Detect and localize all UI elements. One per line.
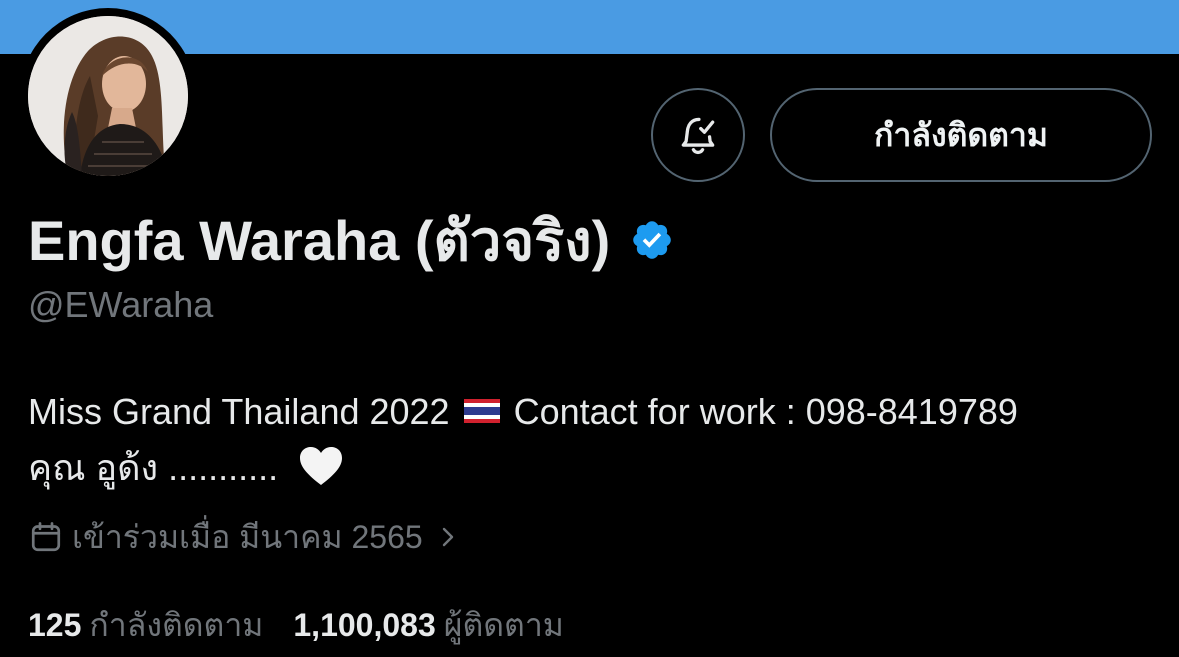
- avatar[interactable]: [28, 16, 188, 176]
- display-name: Engfa Waraha (ตัวจริง): [28, 208, 611, 272]
- following-stat[interactable]: 125 กำลังติดตาม: [28, 600, 263, 651]
- bell-check-icon: [681, 117, 715, 155]
- profile-bio: Miss Grand Thailand 2022 Contact for wor…: [28, 384, 1168, 496]
- joined-date-link[interactable]: เข้าร่วมเมื่อ มีนาคม 2565: [28, 514, 459, 560]
- bio-line-1: Miss Grand Thailand 2022 Contact for wor…: [28, 384, 1168, 440]
- followers-label: ผู้ติดตาม: [443, 607, 564, 643]
- notification-toggle-button[interactable]: [651, 88, 745, 182]
- following-button[interactable]: กำลังติดตาม: [770, 88, 1152, 182]
- bio-text-line2: คุณ อูด้ง ...........: [28, 447, 279, 488]
- chevron-right-icon: [442, 527, 453, 547]
- bio-text-title: Miss Grand Thailand 2022: [28, 391, 450, 432]
- name-row: Engfa Waraha (ตัวจริง): [28, 204, 674, 276]
- white-heart-icon: [300, 447, 343, 486]
- verified-badge-icon: [633, 221, 672, 259]
- thailand-flag-icon: [463, 399, 500, 424]
- joined-date-text: เข้าร่วมเมื่อ มีนาคม 2565: [72, 518, 423, 555]
- followers-count: 1,100,083: [293, 607, 436, 643]
- following-count: 125: [28, 607, 82, 643]
- following-label: กำลังติดตาม: [89, 607, 264, 643]
- calendar-icon: [31, 522, 61, 552]
- profile-handle: @EWaraha: [28, 284, 214, 325]
- profile-stats: 125 กำลังติดตาม 1,100,083 ผู้ติดตาม: [28, 600, 564, 651]
- followers-stat[interactable]: 1,100,083 ผู้ติดตาม: [293, 600, 564, 651]
- bio-line-2: คุณ อูด้ง ...........: [28, 440, 1168, 496]
- bio-text-contact: Contact for work : 098-8419789: [513, 391, 1018, 432]
